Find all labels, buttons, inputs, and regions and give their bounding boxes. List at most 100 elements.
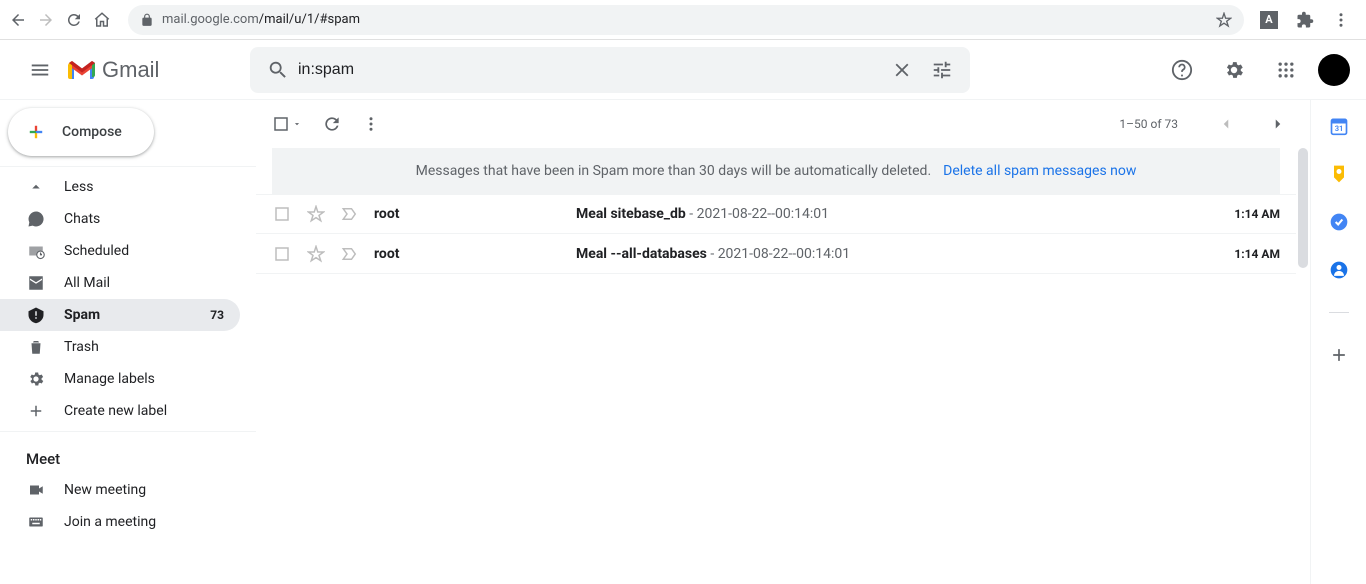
checkbox-icon: [272, 115, 290, 133]
star-icon[interactable]: [1216, 12, 1232, 28]
hamburger-icon: [29, 59, 51, 81]
sidebar-item-new-meeting[interactable]: New meeting: [0, 474, 240, 506]
plus-icon: [22, 118, 50, 146]
sidebar-item-manage-labels[interactable]: Manage labels: [0, 363, 240, 395]
checkbox-icon[interactable]: [272, 205, 292, 223]
important-icon[interactable]: [340, 245, 360, 263]
sidebar-item-less[interactable]: Less: [0, 171, 240, 203]
trash-icon: [26, 338, 46, 356]
sidebar-item-join-meeting[interactable]: Join a meeting: [0, 506, 240, 538]
mail-subject: Meal sitebase_db - 2021-08-22--00:14:01: [576, 206, 1208, 222]
keep-icon[interactable]: [1329, 164, 1349, 184]
url-text: mail.google.com/mail/u/1/#spam: [162, 12, 360, 27]
sidebar-item-trash[interactable]: Trash: [0, 331, 240, 363]
add-panel-icon[interactable]: [1329, 345, 1349, 365]
sidebar-label: Scheduled: [64, 243, 129, 259]
mail-row[interactable]: rootMeal sitebase_db - 2021-08-22--00:14…: [256, 194, 1296, 234]
mail-row[interactable]: root Meal --all-databases - 2021-08-22--0…: [256, 234, 1296, 274]
sidebar-label: Manage labels: [64, 371, 155, 387]
sidebar-item-allmail[interactable]: All Mail: [0, 267, 240, 299]
extension-a-icon[interactable]: A: [1260, 11, 1278, 29]
chat-icon: [26, 210, 46, 228]
delete-all-spam-link[interactable]: Delete all spam messages now: [943, 163, 1136, 179]
video-icon: [26, 481, 46, 499]
address-bar[interactable]: mail.google.com/mail/u/1/#spam: [128, 5, 1244, 35]
sidebar-label: Chats: [64, 211, 100, 227]
gear-icon: [26, 370, 46, 388]
panel-separator: [1329, 312, 1349, 313]
sidebar-label: Spam: [64, 307, 100, 323]
forward-icon: [36, 10, 56, 30]
gmail-logo[interactable]: Gmail: [64, 57, 250, 83]
account-avatar[interactable]: [1318, 54, 1350, 86]
mail-list-area: 1–50 of 73 Messages that have been in Sp…: [256, 100, 1310, 584]
svg-text:31: 31: [1334, 124, 1343, 133]
sidebar-item-chats[interactable]: Chats: [0, 203, 240, 235]
chevron-down-icon: [292, 119, 302, 129]
sidebar-item-spam[interactable]: Spam 73: [0, 299, 240, 331]
sidebar: Compose Less Chats Scheduled All Mail Sp…: [0, 100, 256, 584]
sidebar-label: All Mail: [64, 275, 110, 291]
apps-button[interactable]: [1266, 50, 1306, 90]
sidebar-label: Less: [64, 179, 93, 195]
star-icon[interactable]: [306, 245, 326, 263]
calendar-icon[interactable]: 31: [1329, 116, 1349, 136]
meet-section-header: Meet: [0, 436, 256, 474]
chevron-up-icon: [26, 178, 46, 196]
scrollbar[interactable]: [1296, 148, 1310, 274]
logo-text: Gmail: [102, 57, 159, 83]
tasks-icon[interactable]: [1329, 212, 1349, 232]
settings-button[interactable]: [1214, 50, 1254, 90]
apps-icon: [1276, 60, 1296, 80]
reload-icon[interactable]: [64, 10, 84, 30]
more-button[interactable]: [362, 115, 380, 133]
refresh-button[interactable]: [322, 114, 342, 134]
select-all-checkbox[interactable]: [272, 115, 302, 133]
scroll-thumb[interactable]: [1298, 148, 1308, 268]
gmail-header: Gmail: [0, 40, 1366, 100]
back-icon[interactable]: [8, 10, 28, 30]
sidebar-label: New meeting: [64, 482, 146, 498]
lock-icon: [140, 13, 154, 27]
sidebar-label: Create new label: [64, 403, 167, 419]
refresh-icon: [322, 114, 342, 134]
spam-icon: [26, 306, 46, 324]
star-icon[interactable]: [306, 205, 326, 223]
sidebar-item-scheduled[interactable]: Scheduled: [0, 235, 240, 267]
clear-search-button[interactable]: [882, 59, 922, 81]
search-button[interactable]: [258, 59, 298, 81]
page-info: 1–50 of 73: [1119, 117, 1178, 131]
mail-time: 1:14 AM: [1234, 207, 1280, 221]
search-options-button[interactable]: [922, 59, 962, 81]
close-icon: [891, 59, 913, 81]
sidebar-label: Join a meeting: [64, 514, 156, 530]
mail-sender: root: [374, 246, 562, 262]
spam-banner: Messages that have been in Spam more tha…: [272, 148, 1280, 194]
help-icon: [1171, 59, 1193, 81]
mail-subject: Meal --all-databases - 2021-08-22--00:14…: [576, 246, 1208, 262]
main-menu-button[interactable]: [16, 46, 64, 94]
prev-page-button: [1210, 108, 1242, 140]
mail-time: 1:14 AM: [1234, 247, 1280, 261]
gear-icon: [1223, 59, 1245, 81]
plus-icon: [26, 402, 46, 420]
chevron-right-icon: [1269, 115, 1287, 133]
next-page-button[interactable]: [1262, 108, 1294, 140]
search-bar: [250, 47, 970, 93]
important-icon[interactable]: [340, 205, 360, 223]
checkbox-icon[interactable]: [272, 245, 292, 263]
compose-button[interactable]: Compose: [8, 108, 154, 156]
spam-count: 73: [210, 308, 224, 322]
more-vert-icon: [362, 115, 380, 133]
search-icon: [267, 59, 289, 81]
extensions-icon[interactable]: [1296, 11, 1314, 29]
compose-label: Compose: [62, 124, 122, 140]
sidebar-item-create-label[interactable]: Create new label: [0, 395, 240, 427]
support-button[interactable]: [1162, 50, 1202, 90]
banner-text: Messages that have been in Spam more tha…: [416, 163, 932, 179]
browser-menu-icon[interactable]: [1332, 11, 1350, 29]
contacts-icon[interactable]: [1329, 260, 1349, 280]
sidebar-label: Trash: [64, 339, 99, 355]
home-icon[interactable]: [92, 10, 112, 30]
search-input[interactable]: [298, 61, 882, 79]
